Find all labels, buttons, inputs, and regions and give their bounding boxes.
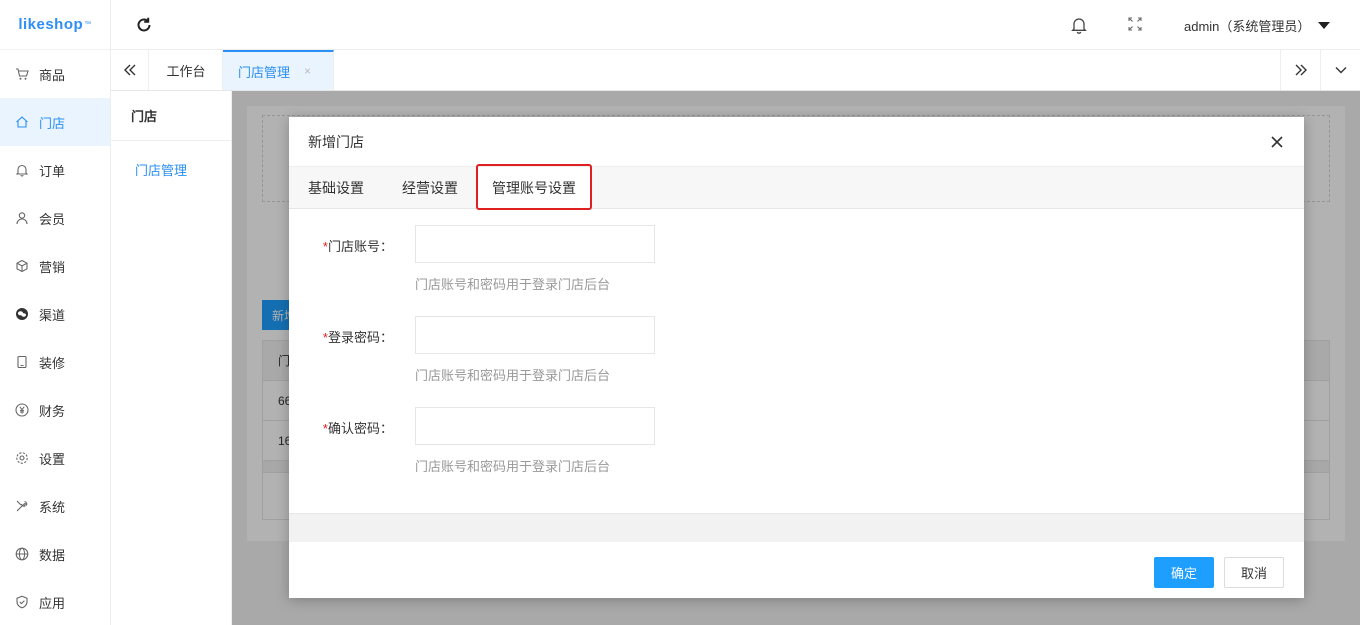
home-icon [15,115,29,129]
main-sidebar: likeshop ™ 商品 门店 订单 会员 营销 渠道 装修 财务 设置 系统… [0,0,111,625]
sidebar-item-store[interactable]: 门店 [0,98,110,146]
refresh-icon[interactable] [134,15,154,35]
sidebar-item-settings[interactable]: 设置 [0,434,110,482]
sidebar-item-decoration[interactable]: 装修 [0,338,110,386]
tabs-scroll-right-icon[interactable] [1280,50,1320,90]
sidebar-item-finance[interactable]: 财务 [0,386,110,434]
label-text: 门店账号： [327,239,393,254]
field-hint: 门店账号和密码用于登录门店后台 [415,459,611,474]
close-icon[interactable] [1267,132,1287,152]
add-store-dialog: 新增门店 基础设置 经营设置 管理账号设置 *门店账号： 门店账号和密码用于登录… [289,117,1304,598]
login-password-input[interactable] [415,316,655,354]
sidebar-item-label: 装修 [39,355,66,371]
account-form: *门店账号： 门店账号和密码用于登录门店后台 *登录密码： 门店账号和密码用于登… [289,209,1304,513]
field-hint: 门店账号和密码用于登录门店后台 [415,368,611,383]
sidebar-item-label: 应用 [39,595,66,611]
sidebar-item-channels[interactable]: 渠道 [0,290,110,338]
gear-icon [15,451,29,465]
cube-icon [15,259,29,273]
field-label: *确认密码： [289,418,393,437]
tab-label: 门店管理 [238,64,291,80]
sidebar-item-label: 商品 [39,67,66,83]
yen-icon [15,403,29,417]
shield-icon [15,595,29,609]
sidebar-item-label: 会员 [39,211,66,227]
sidebar-item-label: 数据 [39,547,66,563]
tabs-dropdown-icon[interactable] [1320,50,1360,90]
tab-store-management[interactable]: 门店管理 × [223,50,334,90]
sidebar-item-goods[interactable]: 商品 [0,50,110,98]
tab-label: 工作台 [166,63,206,79]
logo-trademark: ™ [84,21,92,28]
sidebar-item-orders[interactable]: 订单 [0,146,110,194]
logo[interactable]: likeshop ™ [0,0,110,50]
cart-icon [15,67,29,81]
confirm-password-input[interactable] [415,407,655,445]
user-icon [15,211,29,225]
dialog-title: 新增门店 [289,117,1304,167]
sidebar-item-label: 门店 [39,115,66,131]
sidebar-item-label: 渠道 [39,307,66,323]
confirm-button[interactable]: 确定 [1154,557,1214,588]
tabs-scroll-left-icon[interactable] [111,50,149,90]
dialog-content-footer [289,513,1304,542]
field-label: *门店账号： [289,236,393,255]
tools-icon [15,499,29,513]
caret-down-icon [1318,22,1331,29]
tablet-icon [15,355,29,369]
tab-close-icon[interactable]: × [304,64,311,78]
cancel-button[interactable]: 取消 [1224,557,1284,588]
notification-bell-icon[interactable] [1071,16,1087,37]
page-tabs: 工作台 门店管理 × [111,50,1360,91]
globe-icon [15,547,29,561]
tab-workbench[interactable]: 工作台 [150,50,223,90]
bell-icon [15,163,29,177]
sidebar-item-data[interactable]: 数据 [0,530,110,578]
store-account-input[interactable] [415,225,655,263]
label-text: 确认密码： [327,421,393,436]
label-text: 登录密码： [327,330,393,345]
sidebar-item-label: 系统 [39,499,66,515]
field-hint: 门店账号和密码用于登录门店后台 [415,277,611,292]
sidebar-item-members[interactable]: 会员 [0,194,110,242]
sidebar-item-label: 订单 [39,163,66,179]
subnav-item-store-management[interactable]: 门店管理 [111,141,231,197]
wechat-icon [15,307,29,321]
sidebar-item-system[interactable]: 系统 [0,482,110,530]
sub-sidebar: 门店 门店管理 [111,91,232,625]
fullscreen-icon[interactable] [1127,16,1143,35]
sidebar-item-apps[interactable]: 应用 [0,578,110,625]
user-name: admin（系统管理员） [1184,19,1311,34]
user-menu[interactable]: admin（系统管理员） [1184,16,1331,35]
subnav-title: 门店 [111,91,231,141]
tab-admin-account-settings[interactable]: 管理账号设置 [478,167,590,209]
tab-business-settings[interactable]: 经营设置 [402,167,458,209]
tab-basic-settings[interactable]: 基础设置 [308,167,364,209]
logo-text: likeshop [18,16,84,33]
sidebar-item-label: 设置 [39,451,66,467]
sidebar-item-marketing[interactable]: 营销 [0,242,110,290]
sidebar-item-label: 财务 [39,403,66,419]
dialog-tabs: 基础设置 经营设置 管理账号设置 [289,167,1304,209]
sidebar-item-label: 营销 [39,259,66,275]
top-header: admin（系统管理员） [111,0,1360,50]
field-label: *登录密码： [289,327,393,346]
